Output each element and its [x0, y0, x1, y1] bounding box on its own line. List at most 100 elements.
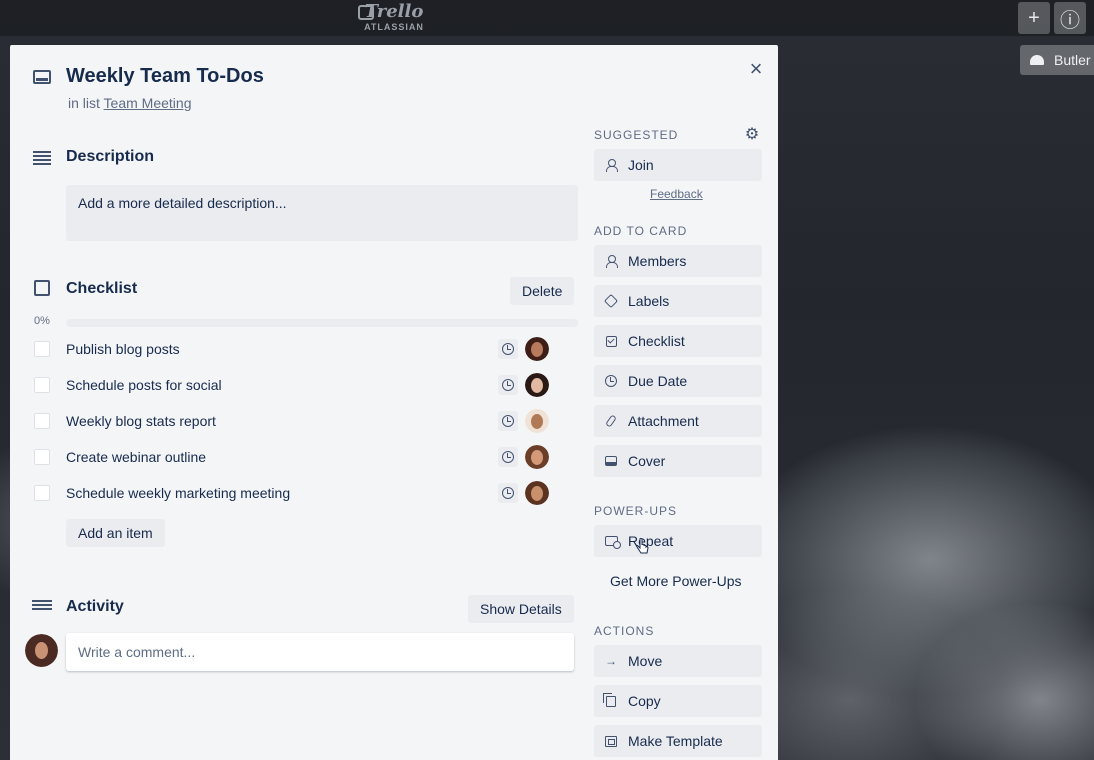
card-modal: × Weekly Team To-Dos in list Team Meetin…	[10, 45, 778, 760]
checklist-progress-percent: 0%	[34, 315, 50, 327]
butler-bell-icon	[1030, 55, 1044, 65]
checklist-progress-bar	[66, 319, 578, 327]
checklist-item[interactable]: Schedule weekly marketing meeting	[32, 477, 580, 509]
clock-icon	[604, 374, 618, 388]
checklist-item-checkbox[interactable]	[34, 341, 50, 357]
make-template-label: Make Template	[628, 733, 723, 749]
make-template-button[interactable]: Make Template	[594, 725, 762, 757]
cover-button[interactable]: Cover	[594, 445, 762, 477]
attachment-button[interactable]: Attachment	[594, 405, 762, 437]
due-date-button[interactable]	[498, 375, 518, 395]
checklist-item-text[interactable]: Schedule posts for social	[66, 377, 222, 393]
cover-label: Cover	[628, 453, 666, 469]
info-button[interactable]: ⓘ	[1054, 2, 1086, 34]
close-button[interactable]: ×	[744, 57, 768, 81]
checklist-item-text[interactable]: Schedule weekly marketing meeting	[66, 485, 290, 501]
template-icon	[604, 734, 618, 748]
close-icon: ×	[749, 56, 763, 81]
repeat-label: Repeat	[628, 533, 674, 549]
person-icon	[604, 254, 618, 268]
show-details-button[interactable]: Show Details	[468, 595, 574, 623]
checklist-item-checkbox[interactable]	[34, 413, 50, 429]
copy-button[interactable]: Copy	[594, 685, 762, 717]
delete-checklist-button[interactable]: Delete	[510, 277, 575, 305]
checklist-item[interactable]: Publish blog posts	[32, 333, 580, 365]
repeat-button[interactable]: Repeat	[594, 525, 762, 557]
clock-icon	[502, 451, 514, 463]
top-bar: Trello ATLASSIAN + ⓘ	[0, 0, 1094, 36]
trello-board-icon	[358, 5, 374, 20]
move-button[interactable]: → Move	[594, 645, 762, 677]
paperclip-icon	[604, 414, 618, 428]
hand-cursor-icon	[636, 538, 649, 554]
card-icon	[33, 70, 51, 84]
checklist-icon	[604, 334, 618, 348]
add-to-card-label: ADD TO CARD	[594, 224, 688, 238]
actions-label: ACTIONS	[594, 624, 655, 638]
activity-icon	[32, 600, 52, 614]
members-button[interactable]: Members	[594, 245, 762, 277]
due-date-button[interactable]	[498, 483, 518, 503]
checklist-item-text[interactable]: Weekly blog stats report	[66, 413, 216, 429]
labels-label: Labels	[628, 293, 670, 309]
clock-icon	[502, 415, 514, 427]
description-icon	[33, 151, 51, 165]
checklist-button[interactable]: Checklist	[594, 325, 762, 357]
assignee-avatar[interactable]	[525, 445, 549, 469]
members-label: Members	[628, 253, 687, 269]
checklist-item-checkbox[interactable]	[34, 449, 50, 465]
checklist-item-checkbox[interactable]	[34, 485, 50, 501]
due-date-button[interactable]: Due Date	[594, 365, 762, 397]
comment-input[interactable]	[66, 633, 574, 671]
arrow-right-icon: →	[605, 654, 617, 668]
add-button[interactable]: +	[1018, 2, 1050, 34]
card-title[interactable]: Weekly Team To-Dos	[66, 65, 264, 88]
get-more-power-ups-button[interactable]: Get More Power-Ups	[594, 565, 762, 597]
list-link[interactable]: Team Meeting	[104, 95, 192, 111]
in-list-text: in list Team Meeting	[68, 95, 191, 111]
add-item-button[interactable]: Add an item	[66, 519, 165, 547]
get-more-label: Get More Power-Ups	[610, 573, 742, 589]
checklist-item[interactable]: Create webinar outline	[32, 441, 580, 473]
tag-icon	[603, 293, 619, 309]
clock-icon	[502, 343, 514, 355]
trello-logo[interactable]: Trello ATLASSIAN	[358, 2, 430, 34]
checklist-item-text[interactable]: Create webinar outline	[66, 449, 206, 465]
current-user-avatar[interactable]	[25, 634, 58, 667]
suggested-label: SUGGESTED	[594, 128, 679, 142]
checklist-item-text[interactable]: Publish blog posts	[66, 341, 180, 357]
checklist-item[interactable]: Schedule posts for social	[32, 369, 580, 401]
due-date-label: Due Date	[628, 373, 688, 389]
butler-label: Butler	[1054, 52, 1091, 68]
repeat-icon	[604, 534, 621, 549]
assignee-avatar[interactable]	[525, 409, 549, 433]
power-ups-label: POWER-UPS	[594, 504, 678, 518]
join-button[interactable]: Join	[594, 149, 762, 181]
clock-icon	[502, 379, 514, 391]
assignee-avatar[interactable]	[525, 373, 549, 397]
due-date-button[interactable]	[498, 447, 518, 467]
assignee-avatar[interactable]	[525, 337, 549, 361]
person-icon	[604, 158, 618, 172]
gear-icon[interactable]: ⚙	[744, 127, 760, 143]
checklist-item[interactable]: Weekly blog stats report	[32, 405, 580, 437]
due-date-button[interactable]	[498, 339, 518, 359]
join-label: Join	[628, 157, 654, 173]
butler-button[interactable]: Butler	[1020, 45, 1094, 75]
description-input[interactable]: Add a more detailed description...	[66, 185, 578, 241]
clock-icon	[502, 487, 514, 499]
info-icon: ⓘ	[1060, 9, 1080, 32]
assignee-avatar[interactable]	[525, 481, 549, 505]
description-title: Description	[66, 148, 155, 165]
due-date-button[interactable]	[498, 411, 518, 431]
move-label: Move	[628, 653, 663, 669]
copy-icon	[603, 692, 618, 708]
activity-title: Activity	[66, 598, 124, 615]
feedback-link[interactable]: Feedback	[650, 187, 703, 201]
labels-button[interactable]: Labels	[594, 285, 762, 317]
checklist-item-checkbox[interactable]	[34, 377, 50, 393]
copy-label: Copy	[628, 693, 661, 709]
cover-icon	[604, 454, 618, 468]
plus-icon: +	[1028, 6, 1040, 29]
checklist-title[interactable]: Checklist	[66, 280, 137, 298]
